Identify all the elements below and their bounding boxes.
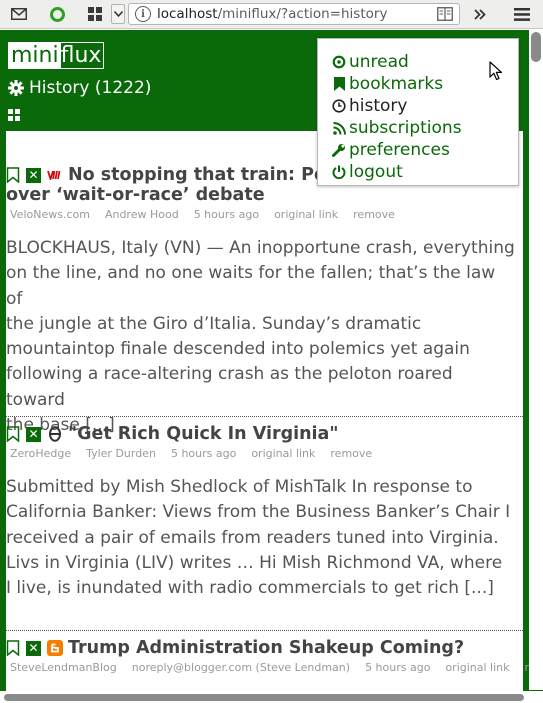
scrollbar-thumb[interactable] [531,32,541,62]
article-time: 5 hours ago [170,447,237,460]
article-source[interactable]: VeloNews.com [10,208,90,221]
article-meta: SteveLendmanBlog noreply@blogger.com (St… [10,661,543,674]
menu-item-subscriptions[interactable]: subscriptions [331,118,462,138]
gear-icon[interactable] [8,80,24,96]
grid-toggle-icon[interactable] [8,109,20,121]
article-meta: ZeroHedge Tyler Durden 5 hours ago origi… [10,447,387,460]
remove-link[interactable]: remove [330,447,372,460]
article-time: 5 hours ago [193,208,260,221]
original-link[interactable]: original link [445,661,509,674]
article-title-continued[interactable]: over ‘wait-or-race’ debate [6,185,265,205]
zerohedge-favicon-icon [47,426,63,442]
article-author: noreply@blogger.com (Steve Lendman) [131,661,351,674]
overflow-chevron-icon[interactable] [470,4,490,24]
horizontal-scrollbar[interactable] [0,691,543,703]
chevron-down-icon[interactable] [111,4,125,24]
article-excerpt: BLOCKHAUS, Italy (VN) — An inopportune c… [6,238,515,436]
menu-item-preferences[interactable]: preferences [331,140,450,160]
wrench-icon [331,142,347,158]
article-title[interactable]: "Get Rich Quick In Virginia" [68,424,338,444]
menu-item-unread[interactable]: unread [331,52,409,72]
mark-read-icon[interactable]: ✕ [26,640,41,656]
original-link[interactable]: original link [251,447,315,460]
site-info-icon[interactable]: i [135,6,151,22]
mouse-cursor-icon [489,61,503,81]
miniflux-logo[interactable]: mini flux [8,42,105,69]
bookmark-icon [331,76,347,92]
menu-item-bookmarks[interactable]: bookmarks [331,74,443,94]
mark-read-icon[interactable]: ✕ [26,167,41,183]
reader-view-icon[interactable] [437,7,453,21]
article-divider [6,416,523,417]
rss-icon [331,120,347,136]
velonews-favicon-icon [47,167,63,183]
power-icon [331,164,347,180]
article-time: 5 hours ago [365,661,431,674]
extension-ring-icon[interactable] [46,4,68,24]
bookmark-outline-icon[interactable] [6,640,20,656]
scrollbar-thumb[interactable] [4,694,524,701]
url-bar[interactable]: i localhost/miniflux/?action=history [128,3,460,25]
browser-window: i localhost/miniflux/?action=history min… [0,0,543,703]
article-divider [6,630,523,631]
article-title[interactable]: Trump Administration Shakeup Coming? [68,638,464,658]
article-source[interactable]: ZeroHedge [10,447,71,460]
article-title[interactable]: No stopping that train: Pe [68,165,326,185]
article-excerpt: Submitted by Mish Shedlock of MishTalk I… [6,477,511,599]
article-author: Andrew Hood [104,208,179,221]
page-title: History (1222) [8,78,151,98]
original-link[interactable]: original link [274,208,338,221]
blogger-favicon-icon [47,640,63,656]
menu-item-history[interactable]: history [331,96,407,116]
browser-toolbar: i localhost/miniflux/?action=history [0,0,543,29]
mail-icon[interactable] [8,4,30,24]
menu-item-logout[interactable]: logout [331,162,403,182]
vertical-scrollbar[interactable] [529,30,543,690]
bookmark-outline-icon[interactable] [6,426,20,442]
hamburger-menu-icon[interactable] [510,4,534,24]
article-source[interactable]: SteveLendmanBlog [10,661,117,674]
apps-grid-icon[interactable] [84,4,106,24]
mark-read-icon[interactable]: ✕ [26,426,41,442]
bookmark-outline-icon[interactable] [6,167,20,183]
article-author: Tyler Durden [86,447,156,460]
gear-icon [331,54,347,70]
clock-icon [331,98,347,114]
remove-link[interactable]: remove [353,208,395,221]
url-text[interactable]: localhost/miniflux/?action=history [157,6,387,22]
article-meta: VeloNews.com Andrew Hood 5 hours ago ori… [10,208,410,221]
